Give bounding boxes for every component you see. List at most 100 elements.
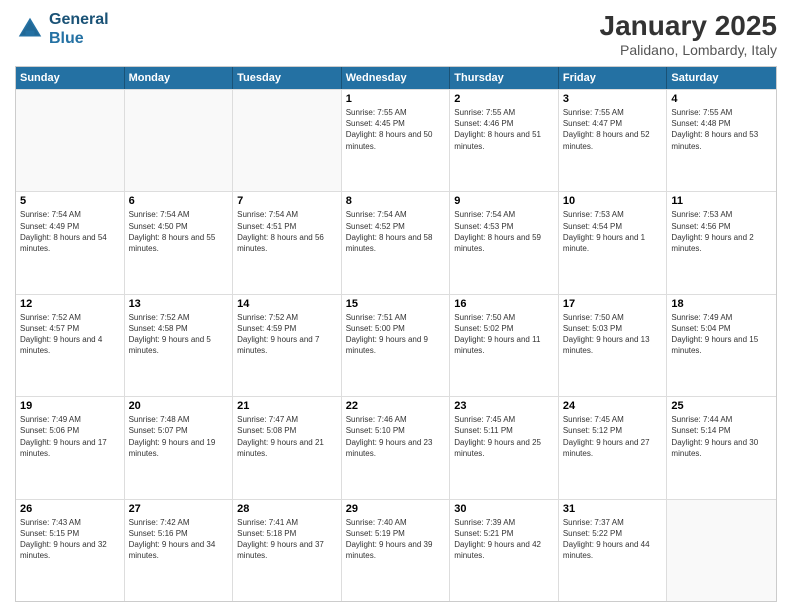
page: General Blue January 2025 Palidano, Lomb…: [0, 0, 792, 612]
day-info: Sunrise: 7:54 AM Sunset: 4:51 PM Dayligh…: [237, 209, 337, 254]
day-number: 17: [563, 298, 663, 310]
day-number: 4: [671, 93, 772, 105]
day-header-wednesday: Wednesday: [342, 67, 451, 89]
day-cell-7: 7 Sunrise: 7:54 AM Sunset: 4:51 PM Daylig…: [233, 192, 342, 293]
day-info: Sunrise: 7:53 AM Sunset: 4:56 PM Dayligh…: [671, 209, 772, 254]
day-number: 7: [237, 195, 337, 207]
day-info: Sunrise: 7:50 AM Sunset: 5:02 PM Dayligh…: [454, 312, 554, 357]
day-cell-16: 16 Sunrise: 7:50 AM Sunset: 5:02 PM Dayli…: [450, 295, 559, 396]
day-number: 25: [671, 400, 772, 412]
day-info: Sunrise: 7:52 AM Sunset: 4:59 PM Dayligh…: [237, 312, 337, 357]
day-header-friday: Friday: [559, 67, 668, 89]
day-number: 6: [129, 195, 229, 207]
day-info: Sunrise: 7:40 AM Sunset: 5:19 PM Dayligh…: [346, 517, 446, 562]
day-info: Sunrise: 7:54 AM Sunset: 4:52 PM Dayligh…: [346, 209, 446, 254]
day-number: 5: [20, 195, 120, 207]
day-info: Sunrise: 7:39 AM Sunset: 5:21 PM Dayligh…: [454, 517, 554, 562]
day-info: Sunrise: 7:54 AM Sunset: 4:49 PM Dayligh…: [20, 209, 120, 254]
day-number: 3: [563, 93, 663, 105]
day-number: 22: [346, 400, 446, 412]
empty-cell: [125, 90, 234, 191]
day-info: Sunrise: 7:50 AM Sunset: 5:03 PM Dayligh…: [563, 312, 663, 357]
calendar: SundayMondayTuesdayWednesdayThursdayFrid…: [15, 66, 777, 602]
day-info: Sunrise: 7:42 AM Sunset: 5:16 PM Dayligh…: [129, 517, 229, 562]
logo-line1: General: [49, 10, 109, 29]
day-cell-17: 17 Sunrise: 7:50 AM Sunset: 5:03 PM Dayli…: [559, 295, 668, 396]
day-cell-8: 8 Sunrise: 7:54 AM Sunset: 4:52 PM Daylig…: [342, 192, 451, 293]
day-info: Sunrise: 7:52 AM Sunset: 4:57 PM Dayligh…: [20, 312, 120, 357]
day-cell-20: 20 Sunrise: 7:48 AM Sunset: 5:07 PM Dayli…: [125, 397, 234, 498]
day-info: Sunrise: 7:45 AM Sunset: 5:12 PM Dayligh…: [563, 414, 663, 459]
day-header-monday: Monday: [125, 67, 234, 89]
day-cell-24: 24Sunrise: 7:45 AM Sunset: 5:12 PM Dayli…: [559, 397, 668, 498]
day-number: 30: [454, 503, 554, 515]
day-cell-27: 27Sunrise: 7:42 AM Sunset: 5:16 PM Dayli…: [125, 500, 234, 601]
calendar-row-4: 19Sunrise: 7:49 AM Sunset: 5:06 PM Dayli…: [16, 396, 776, 498]
day-number: 16: [454, 298, 554, 310]
day-info: Sunrise: 7:44 AM Sunset: 5:14 PM Dayligh…: [671, 414, 772, 459]
day-info: Sunrise: 7:47 AM Sunset: 5:08 PM Dayligh…: [237, 414, 337, 459]
day-number: 19: [20, 400, 120, 412]
day-info: Sunrise: 7:52 AM Sunset: 4:58 PM Dayligh…: [129, 312, 229, 357]
day-cell-1: 1 Sunrise: 7:55 AM Sunset: 4:45 PM Daylig…: [342, 90, 451, 191]
day-number: 26: [20, 503, 120, 515]
day-number: 8: [346, 195, 446, 207]
day-info: Sunrise: 7:55 AM Sunset: 4:45 PM Dayligh…: [346, 107, 446, 152]
day-cell-19: 19Sunrise: 7:49 AM Sunset: 5:06 PM Dayli…: [16, 397, 125, 498]
day-cell-21: 21 Sunrise: 7:47 AM Sunset: 5:08 PM Dayli…: [233, 397, 342, 498]
day-info: Sunrise: 7:54 AM Sunset: 4:50 PM Dayligh…: [129, 209, 229, 254]
day-info: Sunrise: 7:37 AM Sunset: 5:22 PM Dayligh…: [563, 517, 663, 562]
month-title: January 2025: [600, 10, 777, 42]
day-number: 15: [346, 298, 446, 310]
logo-text-block: General Blue: [49, 10, 109, 48]
day-number: 11: [671, 195, 772, 207]
empty-cell: [233, 90, 342, 191]
day-number: 14: [237, 298, 337, 310]
day-number: 13: [129, 298, 229, 310]
day-info: Sunrise: 7:45 AM Sunset: 5:11 PM Dayligh…: [454, 414, 554, 459]
calendar-row-3: 12 Sunrise: 7:52 AM Sunset: 4:57 PM Dayli…: [16, 294, 776, 396]
calendar-body: 1 Sunrise: 7:55 AM Sunset: 4:45 PM Daylig…: [16, 89, 776, 601]
day-number: 10: [563, 195, 663, 207]
logo-icon: [15, 14, 45, 44]
day-cell-9: 9Sunrise: 7:54 AM Sunset: 4:53 PM Daylig…: [450, 192, 559, 293]
day-number: 20: [129, 400, 229, 412]
day-cell-31: 31Sunrise: 7:37 AM Sunset: 5:22 PM Dayli…: [559, 500, 668, 601]
day-number: 28: [237, 503, 337, 515]
day-cell-30: 30 Sunrise: 7:39 AM Sunset: 5:21 PM Dayli…: [450, 500, 559, 601]
day-info: Sunrise: 7:51 AM Sunset: 5:00 PM Dayligh…: [346, 312, 446, 357]
day-number: 21: [237, 400, 337, 412]
day-cell-12: 12 Sunrise: 7:52 AM Sunset: 4:57 PM Dayli…: [16, 295, 125, 396]
location-subtitle: Palidano, Lombardy, Italy: [600, 42, 777, 58]
day-info: Sunrise: 7:48 AM Sunset: 5:07 PM Dayligh…: [129, 414, 229, 459]
day-cell-5: 5 Sunrise: 7:54 AM Sunset: 4:49 PM Daylig…: [16, 192, 125, 293]
day-header-tuesday: Tuesday: [233, 67, 342, 89]
day-number: 29: [346, 503, 446, 515]
day-info: Sunrise: 7:49 AM Sunset: 5:04 PM Dayligh…: [671, 312, 772, 357]
day-info: Sunrise: 7:55 AM Sunset: 4:47 PM Dayligh…: [563, 107, 663, 152]
calendar-row-5: 26Sunrise: 7:43 AM Sunset: 5:15 PM Dayli…: [16, 499, 776, 601]
day-info: Sunrise: 7:46 AM Sunset: 5:10 PM Dayligh…: [346, 414, 446, 459]
day-cell-22: 22 Sunrise: 7:46 AM Sunset: 5:10 PM Dayli…: [342, 397, 451, 498]
day-cell-29: 29 Sunrise: 7:40 AM Sunset: 5:19 PM Dayli…: [342, 500, 451, 601]
calendar-row-1: 1 Sunrise: 7:55 AM Sunset: 4:45 PM Daylig…: [16, 89, 776, 191]
day-cell-10: 10 Sunrise: 7:53 AM Sunset: 4:54 PM Dayli…: [559, 192, 668, 293]
day-cell-11: 11 Sunrise: 7:53 AM Sunset: 4:56 PM Dayli…: [667, 192, 776, 293]
day-cell-13: 13 Sunrise: 7:52 AM Sunset: 4:58 PM Dayli…: [125, 295, 234, 396]
day-cell-6: 6 Sunrise: 7:54 AM Sunset: 4:50 PM Daylig…: [125, 192, 234, 293]
day-info: Sunrise: 7:53 AM Sunset: 4:54 PM Dayligh…: [563, 209, 663, 254]
day-number: 1: [346, 93, 446, 105]
day-info: Sunrise: 7:55 AM Sunset: 4:46 PM Dayligh…: [454, 107, 554, 152]
calendar-header: SundayMondayTuesdayWednesdayThursdayFrid…: [16, 67, 776, 89]
day-cell-3: 3 Sunrise: 7:55 AM Sunset: 4:47 PM Daylig…: [559, 90, 668, 191]
day-number: 23: [454, 400, 554, 412]
day-number: 12: [20, 298, 120, 310]
empty-cell: [667, 500, 776, 601]
day-cell-4: 4 Sunrise: 7:55 AM Sunset: 4:48 PM Daylig…: [667, 90, 776, 191]
day-cell-28: 28Sunrise: 7:41 AM Sunset: 5:18 PM Dayli…: [233, 500, 342, 601]
day-cell-15: 15 Sunrise: 7:51 AM Sunset: 5:00 PM Dayli…: [342, 295, 451, 396]
day-info: Sunrise: 7:55 AM Sunset: 4:48 PM Dayligh…: [671, 107, 772, 152]
empty-cell: [16, 90, 125, 191]
day-number: 18: [671, 298, 772, 310]
day-number: 2: [454, 93, 554, 105]
